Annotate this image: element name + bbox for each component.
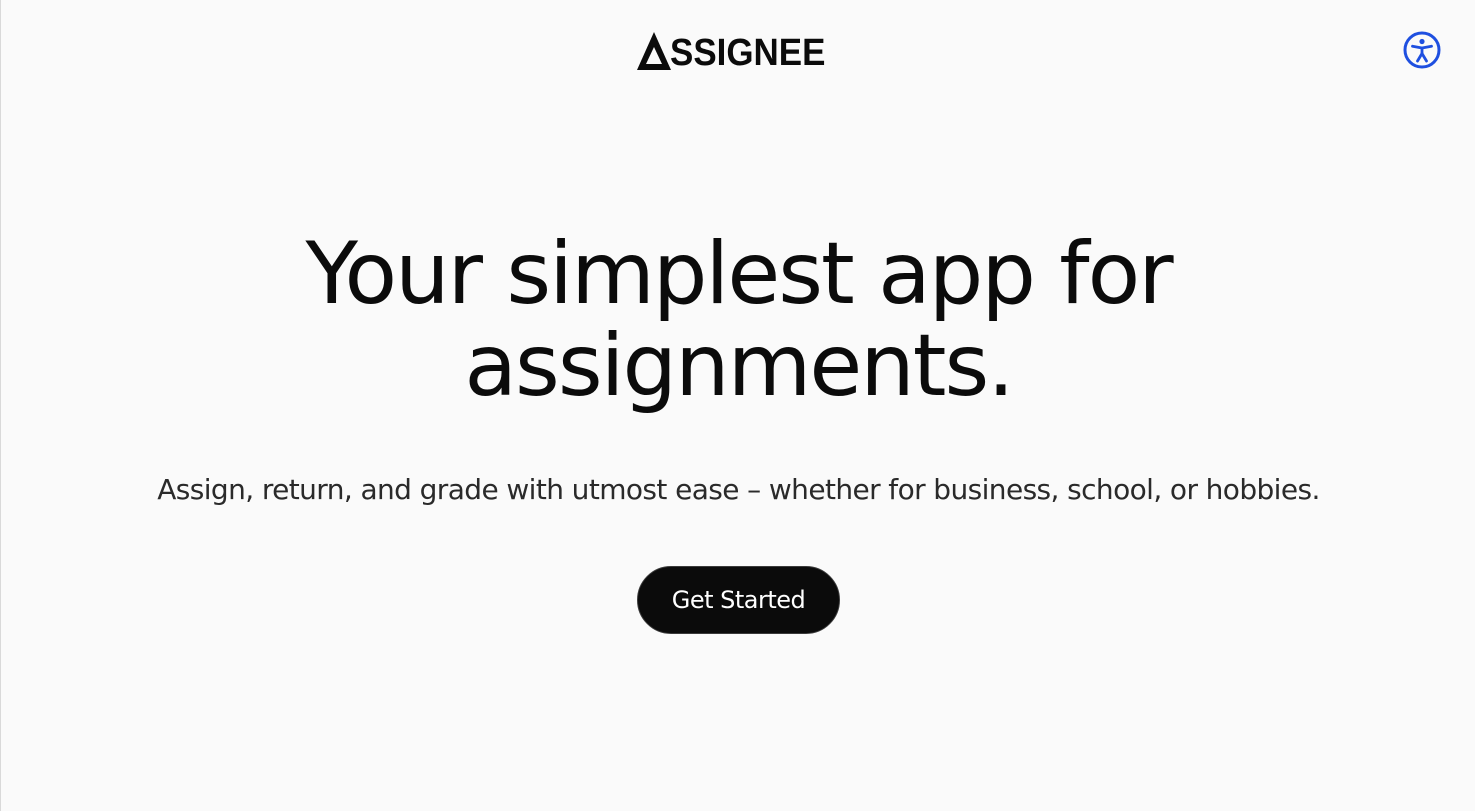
accessibility-person-icon xyxy=(1403,31,1441,69)
accessibility-button[interactable] xyxy=(1402,30,1442,70)
brand-logo[interactable]: SSIGNEE xyxy=(636,28,839,72)
hero-headline: Your simplest app for assignments. xyxy=(305,224,1173,416)
hero: Your simplest app for assignments. xyxy=(1,228,1475,412)
get-started-button[interactable]: Get Started xyxy=(637,566,840,634)
triangle-a-icon xyxy=(637,32,671,70)
hero-subtitle: Assign, return, and grade with utmost ea… xyxy=(157,473,1320,506)
brand-name: SSIGNEE xyxy=(670,32,826,74)
site-header: SSIGNEE xyxy=(1,0,1475,100)
